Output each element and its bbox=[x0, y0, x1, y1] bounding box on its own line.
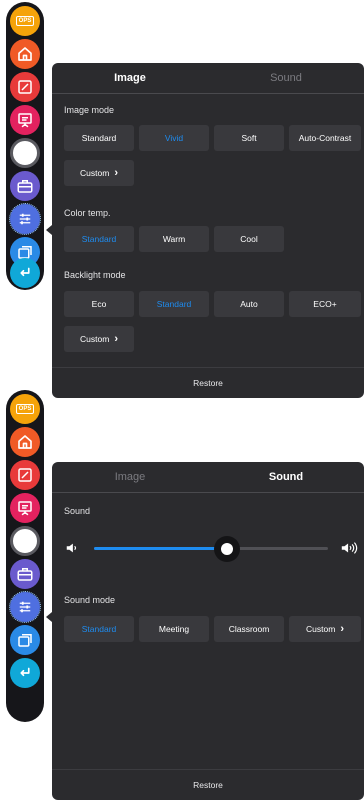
image-mode-vivid-button[interactable]: Vivid bbox=[139, 125, 209, 151]
backlight-eco-button[interactable]: Eco bbox=[64, 291, 134, 317]
restore-button[interactable]: Restore bbox=[52, 769, 364, 800]
sound-mode-meeting-button[interactable]: Meeting bbox=[139, 616, 209, 642]
image-mode-soft-button[interactable]: Soft bbox=[214, 125, 284, 151]
windows-button[interactable] bbox=[10, 625, 40, 655]
annotate-button[interactable] bbox=[10, 460, 40, 490]
image-mode-standard-button[interactable]: Standard bbox=[64, 125, 134, 151]
color-temp-cool-button[interactable]: Cool bbox=[214, 226, 284, 252]
side-toolbar: OPS bbox=[6, 390, 44, 722]
custom-label: Custom bbox=[80, 168, 110, 178]
backlight-custom-button[interactable]: Custom › bbox=[64, 326, 134, 352]
circle-button[interactable] bbox=[10, 526, 40, 556]
ops-icon: OPS bbox=[15, 404, 35, 414]
image-mode-auto-contrast-button[interactable]: Auto-Contrast bbox=[289, 125, 361, 151]
settings-button[interactable] bbox=[9, 591, 41, 623]
restore-button[interactable]: Restore bbox=[52, 367, 364, 398]
backlight-eco-plus-button[interactable]: ECO+ bbox=[289, 291, 361, 317]
circle-button[interactable] bbox=[10, 138, 40, 168]
backlight-mode-label: Backlight mode bbox=[64, 270, 126, 280]
settings-sliders-icon bbox=[19, 601, 31, 613]
toolbox-icon bbox=[17, 568, 33, 581]
volume-slider-fill bbox=[94, 547, 228, 550]
annotate-button[interactable] bbox=[10, 72, 40, 102]
ops-button[interactable]: OPS bbox=[10, 394, 40, 424]
back-icon bbox=[20, 667, 30, 677]
whiteboard-button[interactable] bbox=[10, 105, 40, 135]
whiteboard-icon bbox=[18, 113, 32, 128]
sound-mode-label: Sound mode bbox=[64, 595, 116, 605]
tab-sound[interactable]: Sound bbox=[208, 63, 364, 93]
volume-slider-thumb[interactable] bbox=[214, 536, 241, 562]
whiteboard-icon bbox=[18, 501, 32, 516]
sound-mode-classroom-button[interactable]: Classroom bbox=[214, 616, 284, 642]
volume-slider[interactable] bbox=[94, 536, 328, 562]
image-mode-custom-button[interactable]: Custom › bbox=[64, 160, 134, 186]
whiteboard-button[interactable] bbox=[10, 493, 40, 523]
color-temp-warm-button[interactable]: Warm bbox=[139, 226, 209, 252]
tab-sound[interactable]: Sound bbox=[208, 462, 364, 493]
backlight-auto-button[interactable]: Auto bbox=[214, 291, 284, 317]
sound-label: Sound bbox=[64, 506, 91, 516]
sound-settings-panel: Image Sound Sound Sound mode Standard Me… bbox=[52, 462, 364, 800]
tab-divider bbox=[52, 93, 364, 94]
settings-button[interactable] bbox=[9, 203, 41, 235]
image-settings-panel: Image Sound Image mode Standard Vivid So… bbox=[52, 63, 364, 398]
toolbox-button[interactable] bbox=[10, 171, 40, 201]
toolbox-button[interactable] bbox=[10, 559, 40, 589]
home-icon bbox=[18, 47, 32, 61]
home-button[interactable] bbox=[10, 427, 40, 457]
chevron-right-icon: › bbox=[114, 167, 118, 179]
ops-button[interactable]: OPS bbox=[10, 6, 40, 36]
tab-bar: Image Sound bbox=[52, 462, 364, 493]
sound-mode-custom-button[interactable]: Custom › bbox=[289, 616, 361, 642]
chevron-right-icon: › bbox=[340, 623, 344, 635]
color-temp-label: Color temp. bbox=[64, 208, 111, 218]
settings-sliders-icon bbox=[19, 213, 31, 225]
image-mode-label: Image mode bbox=[64, 105, 115, 115]
annotate-icon bbox=[18, 80, 32, 94]
tab-image[interactable]: Image bbox=[52, 462, 208, 492]
tab-divider bbox=[52, 492, 364, 493]
tab-image[interactable]: Image bbox=[52, 63, 208, 94]
sound-mode-standard-button[interactable]: Standard bbox=[64, 616, 134, 642]
thumb-knob bbox=[221, 543, 234, 555]
ops-icon: OPS bbox=[15, 16, 35, 26]
windows-icon bbox=[18, 634, 32, 647]
side-toolbar: OPS bbox=[6, 2, 44, 290]
backlight-standard-button[interactable]: Standard bbox=[139, 291, 209, 317]
annotate-icon bbox=[18, 468, 32, 482]
back-button[interactable] bbox=[10, 258, 40, 288]
tab-bar: Image Sound bbox=[52, 63, 364, 94]
volume-high-icon bbox=[341, 542, 358, 554]
toolbox-icon bbox=[17, 180, 33, 193]
back-button[interactable] bbox=[10, 658, 40, 688]
chevron-right-icon: › bbox=[114, 333, 118, 345]
home-icon bbox=[18, 435, 32, 449]
volume-low-icon bbox=[66, 543, 77, 553]
home-button[interactable] bbox=[10, 39, 40, 69]
back-icon bbox=[20, 267, 30, 277]
custom-label: Custom bbox=[80, 334, 110, 344]
custom-label: Custom bbox=[306, 624, 336, 634]
color-temp-standard-button[interactable]: Standard bbox=[64, 226, 134, 252]
